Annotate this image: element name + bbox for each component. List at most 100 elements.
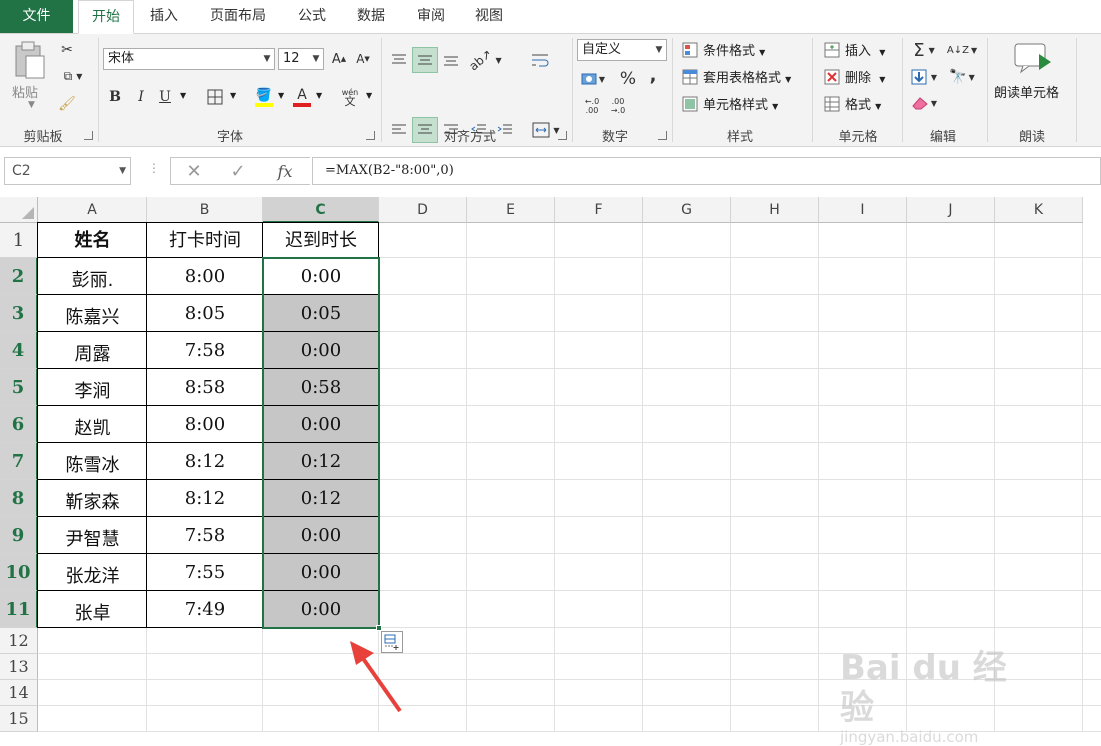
cell-name[interactable]: 张龙洋 bbox=[38, 554, 147, 591]
header-cell-a[interactable]: 姓名 bbox=[38, 223, 147, 258]
autosum-icon[interactable]: Σ ▼ bbox=[908, 39, 940, 61]
wrap-text-icon[interactable] bbox=[528, 48, 552, 72]
accounting-format-icon[interactable]: ▼ bbox=[578, 68, 608, 90]
format-as-table-button[interactable]: 套用表格格式 ▼ bbox=[703, 67, 791, 86]
tab-view[interactable]: 视图 bbox=[466, 0, 512, 33]
font-launcher-icon[interactable] bbox=[366, 131, 375, 140]
row-header-7[interactable]: 7 bbox=[0, 443, 38, 480]
font-color-icon[interactable]: A bbox=[292, 84, 312, 110]
clipboard-launcher-icon[interactable] bbox=[84, 131, 93, 140]
borders-dropdown-icon[interactable]: ▼ bbox=[230, 91, 236, 100]
fill-icon[interactable]: ▼ bbox=[908, 66, 940, 88]
tab-insert[interactable]: 插入 bbox=[140, 0, 188, 33]
increase-decimal-icon[interactable]: ←.0.00 bbox=[580, 94, 604, 118]
align-middle-icon[interactable] bbox=[412, 47, 438, 73]
cell-clock-in[interactable]: 7:58 bbox=[147, 517, 263, 554]
delete-cells-button[interactable]: 删除 ▼ bbox=[845, 67, 885, 86]
column-header-j[interactable]: J bbox=[907, 197, 995, 223]
cell-clock-in[interactable]: 8:00 bbox=[147, 406, 263, 443]
clear-icon[interactable]: ▼ bbox=[908, 92, 940, 114]
cell-clock-in[interactable]: 8:12 bbox=[147, 480, 263, 517]
format-as-table-icon[interactable] bbox=[680, 67, 700, 87]
cell-name[interactable]: 尹智慧 bbox=[38, 517, 147, 554]
enter-icon[interactable]: ✓ bbox=[227, 160, 249, 182]
font-name-select[interactable]: 宋体 ▼ bbox=[103, 48, 275, 70]
copy-icon[interactable]: ⧉ ▼ bbox=[56, 66, 90, 86]
row-header-8[interactable]: 8 bbox=[0, 480, 38, 517]
cell-styles-icon[interactable] bbox=[680, 94, 700, 114]
column-header-i[interactable]: I bbox=[819, 197, 907, 223]
orientation-icon[interactable]: ab↗ ▼ bbox=[467, 47, 502, 74]
column-header-e[interactable]: E bbox=[467, 197, 555, 223]
cell-name[interactable]: 周露 bbox=[38, 332, 147, 369]
cell-name[interactable]: 陈雪冰 bbox=[38, 443, 147, 480]
cell-name[interactable]: 靳家森 bbox=[38, 480, 147, 517]
row-header-15[interactable]: 15 bbox=[0, 706, 38, 732]
column-header-c[interactable]: C bbox=[263, 197, 379, 223]
column-header-f[interactable]: F bbox=[555, 197, 643, 223]
sort-filter-icon[interactable]: A↓Z ▼ bbox=[946, 39, 978, 61]
row-header-11[interactable]: 11 bbox=[0, 591, 38, 628]
borders-icon[interactable] bbox=[205, 86, 225, 108]
column-header-k[interactable]: K bbox=[995, 197, 1083, 223]
tab-formulas[interactable]: 公式 bbox=[288, 0, 336, 33]
row-header-10[interactable]: 10 bbox=[0, 554, 38, 591]
name-box[interactable]: C2 ▼ bbox=[4, 157, 131, 185]
cell-clock-in[interactable]: 8:05 bbox=[147, 295, 263, 332]
tab-file[interactable]: 文件 bbox=[0, 0, 73, 33]
cell-clock-in[interactable]: 7:49 bbox=[147, 591, 263, 628]
cell-clock-in[interactable]: 8:00 bbox=[147, 258, 263, 295]
row-header-3[interactable]: 3 bbox=[0, 295, 38, 332]
increase-font-icon[interactable]: A ▲ bbox=[330, 49, 348, 69]
cell-clock-in[interactable]: 7:58 bbox=[147, 332, 263, 369]
cut-icon[interactable]: ✂ bbox=[56, 40, 78, 60]
row-header-4[interactable]: 4 bbox=[0, 332, 38, 369]
insert-function-icon[interactable]: fx bbox=[271, 159, 299, 183]
paste-dropdown-icon[interactable]: ▼ bbox=[28, 100, 35, 110]
cell-clock-in[interactable]: 8:12 bbox=[147, 443, 263, 480]
formula-input[interactable]: =MAX(B2-"8:00",0) bbox=[312, 157, 1101, 185]
column-header-b[interactable]: B bbox=[147, 197, 263, 223]
cancel-icon[interactable]: ✕ bbox=[183, 160, 205, 182]
row-header-9[interactable]: 9 bbox=[0, 517, 38, 554]
tab-review[interactable]: 审阅 bbox=[406, 0, 456, 33]
cell-name[interactable]: 陈嘉兴 bbox=[38, 295, 147, 332]
alignment-launcher-icon[interactable] bbox=[558, 131, 567, 140]
find-select-icon[interactable]: 🔭 ▼ bbox=[946, 66, 978, 88]
column-header-h[interactable]: H bbox=[731, 197, 819, 223]
decrease-decimal-icon[interactable]: .00 →.0 bbox=[606, 94, 630, 118]
decrease-font-icon[interactable]: A ▼ bbox=[354, 49, 372, 69]
tab-page-layout[interactable]: 页面布局 bbox=[200, 0, 276, 33]
paste-icon[interactable] bbox=[10, 40, 48, 80]
number-format-select[interactable]: 自定义 ▼ bbox=[577, 39, 667, 61]
format-cells-button[interactable]: 格式 ▼ bbox=[845, 94, 881, 113]
tab-data[interactable]: 数据 bbox=[346, 0, 396, 33]
format-painter-icon[interactable]: 🖌 bbox=[56, 94, 78, 114]
cell-name[interactable]: 张卓 bbox=[38, 591, 147, 628]
row-header-5[interactable]: 5 bbox=[0, 369, 38, 406]
number-launcher-icon[interactable] bbox=[658, 131, 667, 140]
format-cells-icon[interactable] bbox=[822, 94, 842, 114]
column-header-d[interactable]: D bbox=[379, 197, 467, 223]
underline-button[interactable]: U bbox=[156, 86, 174, 108]
select-all-corner[interactable] bbox=[0, 197, 38, 223]
percent-button[interactable]: % bbox=[617, 68, 639, 90]
column-header-a[interactable]: A bbox=[38, 197, 147, 223]
underline-dropdown-icon[interactable]: ▼ bbox=[180, 91, 186, 100]
insert-cells-button[interactable]: 插入 ▼ bbox=[845, 40, 885, 59]
tab-home[interactable]: 开始 bbox=[78, 0, 134, 34]
font-color-dropdown-icon[interactable]: ▼ bbox=[316, 91, 322, 100]
row-header-14[interactable]: 14 bbox=[0, 680, 38, 706]
cell-clock-in[interactable]: 7:55 bbox=[147, 554, 263, 591]
fill-color-icon[interactable]: 🪣 bbox=[254, 84, 274, 110]
row-header-12[interactable]: 12 bbox=[0, 628, 38, 654]
bold-button[interactable]: B bbox=[106, 86, 124, 108]
align-bottom-icon[interactable] bbox=[440, 48, 462, 72]
row-header-2[interactable]: 2 bbox=[0, 258, 38, 295]
header-cell-b[interactable]: 打卡时间 bbox=[147, 223, 263, 258]
speak-cells-icon[interactable] bbox=[1012, 42, 1054, 76]
comma-button[interactable]: , bbox=[644, 64, 662, 86]
speak-cells-button[interactable]: 朗读单元格 bbox=[994, 82, 1059, 101]
cell-styles-button[interactable]: 单元格样式 ▼ bbox=[703, 94, 778, 113]
italic-button[interactable]: I bbox=[132, 86, 150, 108]
